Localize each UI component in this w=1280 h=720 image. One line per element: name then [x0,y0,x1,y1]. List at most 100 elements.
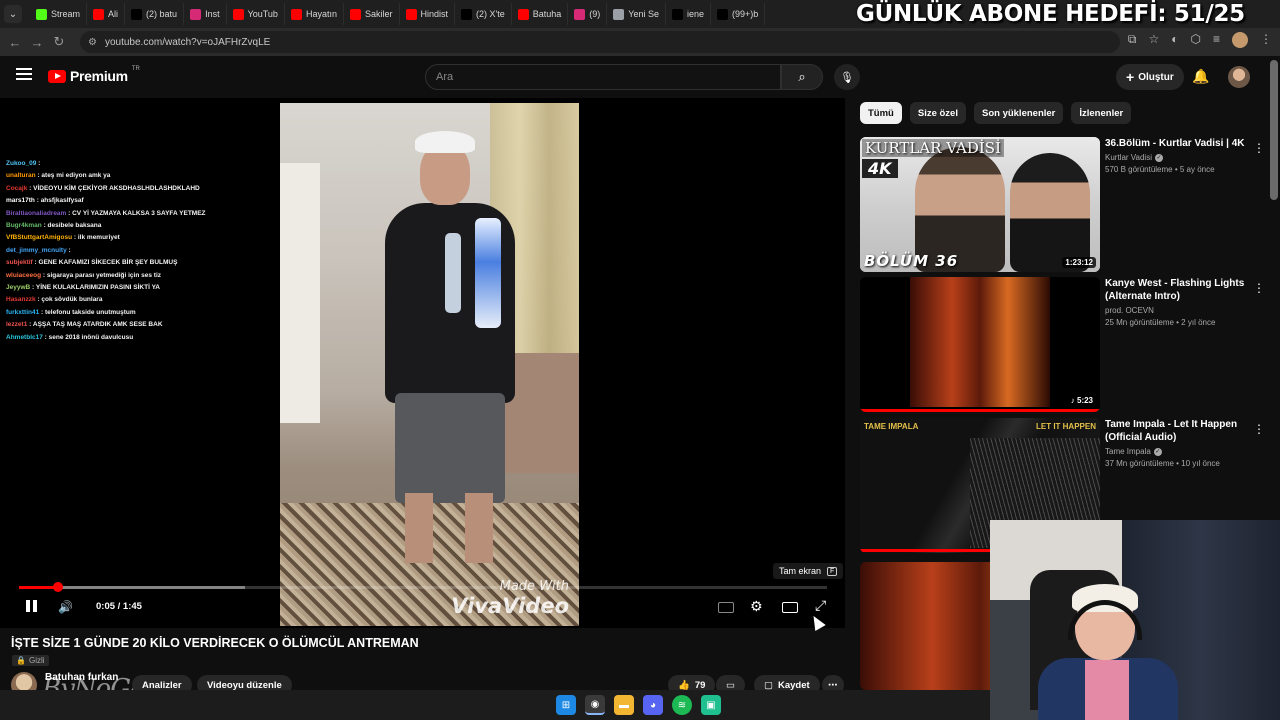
chat-username: Hasanzzk [6,296,36,304]
recommendation-item[interactable]: ♪ 5:23 Kanye West - Flashing Lights (Alt… [860,277,1270,412]
filter-chip[interactable]: Son yüklenenler [973,102,1064,124]
profile-avatar[interactable] [1232,32,1248,48]
chat-username: furkxttin41 [6,308,40,316]
chat-message: unalturan : ateş mi ediyon amk ya [6,170,248,182]
browser-tab[interactable]: (99+)b [711,3,766,25]
video-scene-door [280,163,320,423]
subtitles-icon[interactable] [718,602,734,613]
pause-icon[interactable] [26,600,38,612]
theater-mode-icon[interactable] [782,602,798,613]
tab-label: Hayatın [305,9,337,19]
tab-favicon-icon [461,8,473,20]
youtube-logo[interactable]: Premium TR [48,66,140,84]
taskbar-icons: ⊞ ◉ ▬ ◕ ≋ ▣ [556,695,721,715]
recommendation-channel[interactable]: prod. OCEVN [1105,306,1250,315]
chat-message: mars17th : ahsfjkaslfysaf [6,195,248,207]
chat-username: det_jimmy_mcnulty [6,246,67,254]
browser-menu-icon[interactable]: ⋮ [1260,32,1272,48]
recommendation-item[interactable]: KURTLAR VADİSİ 4K BÖLÜM 36 1:23:12 36.Bö… [860,137,1270,272]
tab-label: (9) [589,9,601,19]
tab-favicon-icon [349,8,361,20]
thumbnail-image [910,277,1050,407]
lock-icon: 🔒 [16,656,26,665]
search-icon: ⌕ [798,69,806,84]
thumbnail-4k-badge: 4K [862,159,898,178]
notifications-bell-icon[interactable]: 🔔 [1192,68,1209,85]
browser-tab[interactable]: (9) [568,3,608,25]
browser-tab[interactable]: Inst [184,3,227,25]
time-display: 0:05 / 1:45 [96,601,142,612]
fullscreen-icon[interactable]: ⤢ [815,597,826,614]
tab-label: Sakiler [364,9,393,19]
account-avatar[interactable] [1228,66,1250,88]
thumbs-down-icon: ▭ [726,679,735,691]
browser-tab[interactable]: (2) X'te [455,3,512,25]
plus-icon: + [1126,69,1135,85]
analytics-label: Analizler [142,679,182,691]
create-button[interactable]: + Oluştur [1116,64,1184,90]
chat-message: lezzet1 : AŞŞA TAŞ MAŞ ATARDIK AMK SESE … [6,319,248,331]
spotify-icon[interactable]: ≋ [672,695,692,715]
video-frame[interactable]: Made With VivaVideo [280,103,579,626]
search-button[interactable]: ⌕ [781,64,823,90]
extensions-puzzle-icon[interactable]: ⬡ [1191,32,1201,48]
back-button[interactable]: ← [4,35,26,50]
browser-tab[interactable]: Sakiler [344,3,400,25]
filter-chip[interactable]: İzlenenler [1071,102,1132,124]
site-info-icon[interactable]: ⚙ [88,37,97,48]
browser-tab[interactable]: Yeni Se [607,3,666,25]
search-input[interactable]: Ara [425,64,781,90]
recommendation-channel[interactable]: Kurtlar Vadisi ✓ [1105,153,1250,162]
browser-tab[interactable]: Ali [87,3,126,25]
progress-bar[interactable] [19,582,827,592]
more-options-icon[interactable]: ⋮ [1253,422,1265,436]
filter-chip[interactable]: Size özel [909,102,966,124]
tab-label: (99+)b [732,9,759,19]
browser-tab[interactable]: Hayatın [285,3,344,25]
more-options-icon[interactable]: ⋮ [1253,141,1265,155]
windows-start-icon[interactable]: ⊞ [556,695,576,715]
forward-button[interactable]: → [26,35,48,50]
page-scrollbar[interactable] [1270,60,1278,200]
video-player[interactable]: Made With VivaVideo Zukoo_09 : unalturan … [0,98,845,632]
browser-tab[interactable]: YouTub [227,3,285,25]
media-icon[interactable]: ≡ [1213,32,1220,48]
browser-tab[interactable]: Hindist [400,3,456,25]
bookmark-star-icon[interactable]: ☆ [1148,32,1159,48]
person-leg [465,493,493,563]
save-label: Kaydet [777,679,810,691]
menu-icon[interactable] [16,68,32,80]
search-placeholder: Ara [436,71,454,83]
chrome-icon[interactable]: ◉ [585,695,605,715]
recommendation-title[interactable]: 36.Bölüm - Kurtlar Vadisi | 4K [1105,137,1250,150]
install-icon[interactable]: ⧉ [1128,32,1137,48]
reload-button[interactable]: ↻ [48,34,70,50]
duration-badge: 1:23:12 [1062,257,1096,268]
tab-search-button[interactable]: ⌄ [4,5,22,23]
browser-tab[interactable]: Batuha [512,3,569,25]
recommendation-title[interactable]: Kanye West - Flashing Lights (Alternate … [1105,277,1250,303]
scrubber-knob[interactable] [52,582,63,592]
video-thumbnail[interactable]: KURTLAR VADİSİ 4K BÖLÜM 36 1:23:12 [860,137,1100,272]
file-explorer-icon[interactable]: ▬ [614,695,634,715]
voice-search-button[interactable]: 🎙 [834,64,860,90]
extension-icon[interactable]: ◐ [1171,32,1178,48]
browser-tab[interactable]: Stream [30,3,88,25]
browser-tab[interactable]: (2) batu [125,3,185,25]
discord-icon[interactable]: ◕ [643,695,663,715]
chat-message: JeyywB : YİNE KULAKLARIMIZIN PASINI SİKT… [6,282,248,294]
browser-tab[interactable]: iene [666,3,711,25]
chat-text: : VİDEOYU KİM ÇEKİYOR AKSDHASLHDLASHDKLA… [29,184,200,192]
app-icon[interactable]: ▣ [701,695,721,715]
video-thumbnail[interactable]: ♪ 5:23 [860,277,1100,412]
filter-chip[interactable]: Tümü [860,102,902,124]
volume-icon[interactable]: 🔊 [58,600,73,614]
privacy-badge: 🔒 Gizli [12,655,49,666]
address-bar[interactable]: ⚙ youtube.com/watch?v=oJAFHrZvqLE [80,31,1120,53]
settings-gear-icon[interactable]: ⚙ [750,598,763,615]
more-options-icon[interactable]: ⋮ [1253,281,1265,295]
video-title: İŞTE SİZE 1 GÜNDE 20 KİLO VERDİRECEK O Ö… [11,636,419,650]
recommendation-channel[interactable]: Tame Impala ✓ [1105,447,1250,456]
recommendation-title[interactable]: Tame Impala - Let It Happen (Official Au… [1105,418,1250,444]
chat-text: : YİNE KULAKLARIMIZIN PASINI SİKTİ YA [32,284,160,292]
